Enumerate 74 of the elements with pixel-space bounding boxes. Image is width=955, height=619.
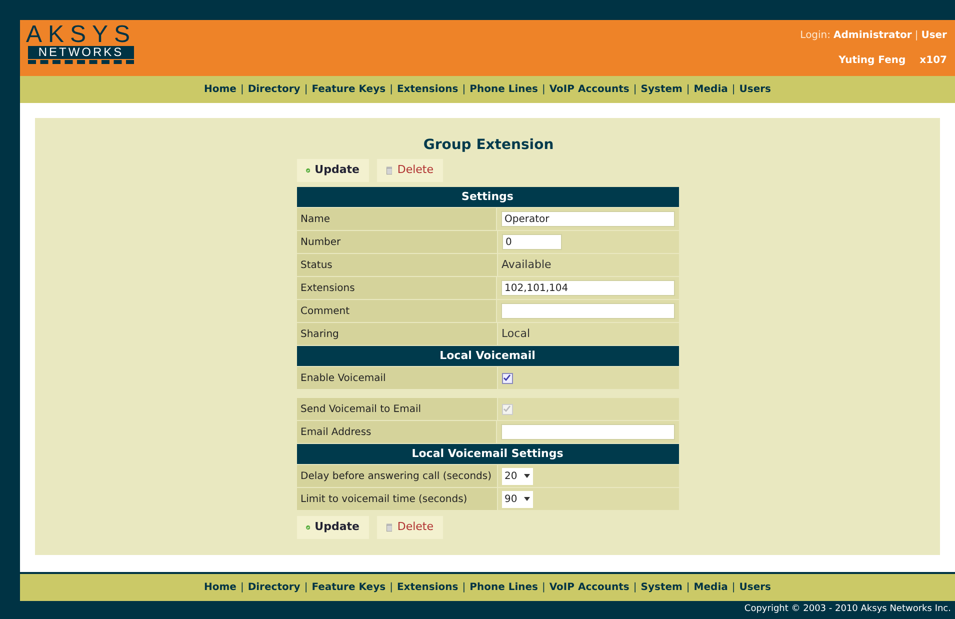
field-value: Available — [502, 256, 552, 273]
text-field[interactable]: Operator — [500, 211, 674, 227]
field-label: Email Address — [296, 421, 496, 443]
nav-separator: | — [686, 83, 690, 97]
nav-separator: | — [390, 83, 393, 97]
nav-link[interactable]: Feature Keys — [312, 82, 386, 97]
nav-separator: | — [462, 83, 466, 97]
nav-link[interactable]: VoIP Accounts — [549, 82, 630, 97]
nav-separator: | — [390, 581, 393, 595]
field-label: Enable Voicemail — [296, 367, 496, 389]
trash-can-icon — [386, 165, 392, 176]
login-label: Login: — [800, 29, 831, 43]
user-extension: x107 — [920, 54, 947, 68]
update-button[interactable]: Update — [296, 159, 368, 182]
text-field[interactable]: 102,101,104 — [500, 280, 674, 296]
page-title: Group Extension — [422, 136, 555, 154]
nav-link[interactable]: Extensions — [396, 82, 458, 97]
nav-link[interactable]: Media — [694, 580, 728, 595]
section-header: Local Voicemail — [296, 346, 678, 366]
login-separator: | — [914, 29, 918, 43]
delete-button[interactable]: Delete — [376, 516, 442, 539]
nav-separator: | — [732, 83, 736, 97]
nav-link[interactable]: Users — [739, 580, 771, 595]
field-label: Delay before answering call (seconds) — [296, 465, 496, 487]
select-dropdown[interactable]: 90 — [502, 490, 532, 508]
nav-link[interactable]: Users — [739, 82, 771, 97]
user-name: Yuting Feng — [838, 54, 906, 68]
nav-separator: | — [732, 581, 736, 595]
trash-can-icon — [386, 522, 392, 533]
field-label: Limit to voicemail time (seconds) — [296, 488, 496, 510]
nav-link[interactable]: Phone Lines — [470, 580, 538, 595]
copyright-text: Copyright © 2003 - 2010 Aksys Networks Inc. — [744, 603, 951, 616]
nav-link[interactable]: Phone Lines — [470, 82, 538, 97]
nav-separator: | — [304, 581, 308, 595]
section-header: Settings — [296, 187, 678, 207]
nav-link[interactable]: System — [640, 82, 682, 97]
nav-link[interactable]: Directory — [248, 580, 300, 595]
nav-link[interactable]: Directory — [248, 82, 300, 97]
field-label: Status — [296, 254, 496, 276]
nav-separator: | — [686, 581, 690, 595]
field-label: Sharing — [296, 323, 496, 345]
caret-icon — [524, 474, 530, 478]
login-role: Administrator — [834, 29, 912, 43]
field-label: Name — [296, 208, 496, 230]
nav-link[interactable]: VoIP Accounts — [549, 580, 630, 595]
checkbox[interactable] — [502, 372, 512, 384]
nav-separator: | — [542, 83, 546, 97]
text-field[interactable] — [500, 424, 674, 440]
field-label: Send Voicemail to Email — [296, 398, 496, 420]
field-label: Extensions — [296, 277, 496, 299]
nav-separator: | — [462, 581, 466, 595]
select-dropdown[interactable]: 20 — [502, 468, 532, 484]
field-label: Number — [296, 231, 496, 253]
nav-link[interactable]: System — [640, 580, 682, 595]
nav-link[interactable]: Media — [694, 82, 728, 97]
nav-separator: | — [240, 83, 244, 97]
field-value: Local — [502, 326, 530, 342]
nav-separator: | — [304, 83, 308, 97]
delete-button[interactable]: Delete — [376, 159, 442, 182]
text-field[interactable]: 0 — [502, 234, 562, 250]
nav-link[interactable]: Extensions — [396, 580, 458, 595]
nav-separator: | — [240, 581, 244, 595]
nav-link[interactable]: Home — [204, 580, 236, 595]
nav-separator: | — [633, 581, 637, 595]
nav-separator: | — [542, 581, 546, 595]
update-button[interactable]: Update — [296, 516, 368, 539]
nav-link[interactable]: Home — [204, 82, 236, 97]
nav-link[interactable]: Feature Keys — [312, 580, 386, 595]
logo: AKSYS NETWORKS — [28, 24, 134, 76]
nav-separator: | — [633, 83, 637, 97]
text-field[interactable] — [500, 303, 674, 319]
field-label: Comment — [296, 300, 496, 322]
section-header: Local Voicemail Settings — [296, 444, 678, 464]
caret-icon — [524, 497, 530, 501]
